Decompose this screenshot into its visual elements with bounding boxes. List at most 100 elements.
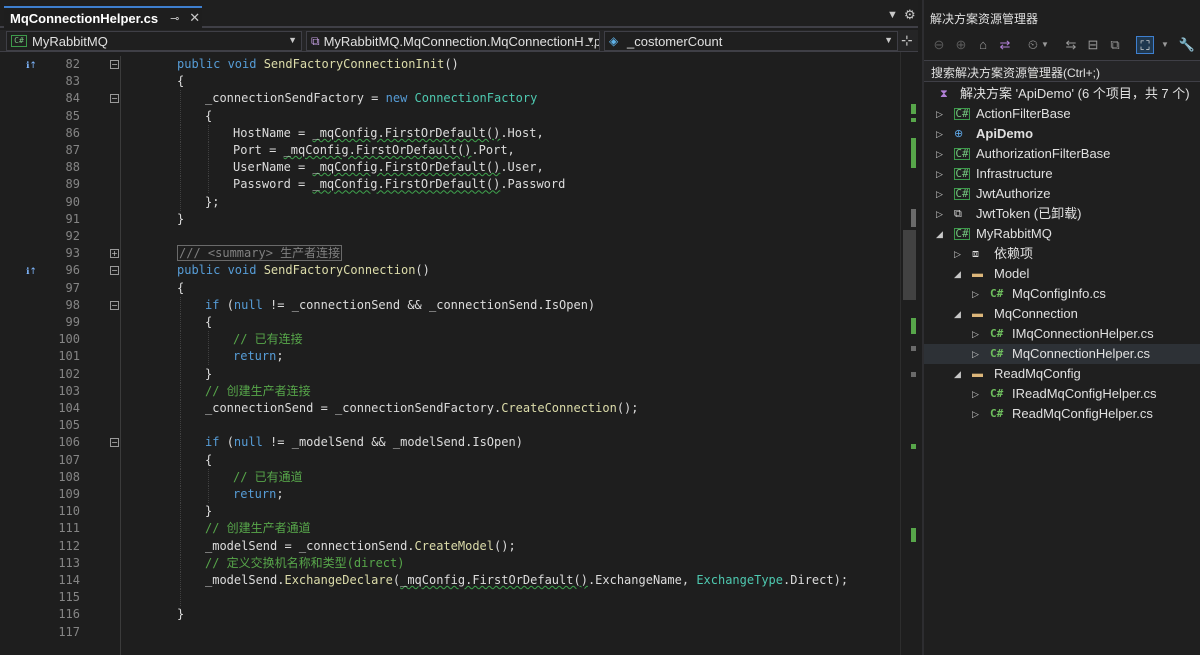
expand-arrow-icon[interactable]: ▷ [936, 164, 943, 184]
solution-search-box[interactable]: 搜索解决方案资源管理器(Ctrl+;) [924, 60, 1200, 82]
collapse-arrow-icon[interactable]: ◢ [954, 304, 961, 324]
settings-gear-icon[interactable]: ⚙ [904, 7, 916, 23]
code-line[interactable]: 104 _connectionSend = _connectionSendFact… [0, 400, 900, 417]
code-line[interactable]: 86 HostName = _mqConfig.FirstOrDefault().… [0, 124, 900, 142]
code-text[interactable]: // 已有连接 [233, 331, 303, 348]
expand-arrow-icon[interactable]: ▷ [954, 244, 961, 264]
code-line[interactable]: 90}; [0, 193, 900, 211]
expand-arrow-icon[interactable]: ▷ [972, 324, 979, 344]
tree-item[interactable]: ▷ ⊕ ApiDemo [924, 124, 1200, 144]
code-text[interactable]: Password = _mqConfig.FirstOrDefault().Pa… [233, 176, 565, 193]
code-text[interactable]: return; [233, 486, 284, 503]
expand-arrow-icon[interactable]: ▷ [936, 104, 943, 124]
code-line[interactable]: 110} [0, 503, 900, 521]
code-line[interactable]: 99 { [0, 314, 900, 331]
tree-item[interactable]: ▷ C# JwtAuthorize [924, 184, 1200, 204]
tree-item[interactable]: ◢ ▬ MqConnection [924, 304, 1200, 324]
code-line[interactable]: 100 // 已有连接 [0, 331, 900, 349]
tree-item[interactable]: ▷ ⧈ 依赖项 [924, 244, 1200, 264]
project-combo[interactable]: C# MyRabbitMQ ▼ [6, 31, 302, 51]
sync-icon[interactable]: ⇆ [1062, 36, 1080, 54]
code-text[interactable]: _modelSend.ExchangeDeclare(_mqConfig.Fir… [205, 572, 848, 589]
code-line[interactable]: 85 { [0, 107, 900, 125]
code-text[interactable]: UserName = _mqConfig.FirstOrDefault().Us… [233, 159, 544, 176]
tree-item[interactable]: ⧗ 解决方案 'ApiDemo' (6 个项目，共 7 个) [924, 84, 1200, 104]
switch-views-icon[interactable]: ⇄ [996, 36, 1014, 54]
back-icon[interactable]: ⊖ [930, 36, 948, 54]
code-line[interactable]: ℹ↑ 82− public void SendFactoryConnectionIn… [0, 56, 900, 73]
properties-wrench-icon[interactable]: 🔧 [1178, 36, 1196, 54]
code-line[interactable]: 105 [0, 417, 900, 435]
code-line[interactable]: 109 return; [0, 486, 900, 503]
code-text[interactable]: // 定义交换机名称和类型(direct) [205, 555, 404, 572]
code-text[interactable]: { [205, 452, 212, 469]
tree-item[interactable]: ▷ C# MqConfigInfo.cs [924, 284, 1200, 304]
code-line[interactable]: 87 Port = _mqConfig.FirstOrDefault().Port… [0, 142, 900, 159]
code-line[interactable]: 102} [0, 365, 900, 383]
tree-item[interactable]: ▷ ⧉ JwtToken (已卸载) [924, 204, 1200, 224]
code-text[interactable]: // 创建生产者连接 [205, 383, 311, 400]
code-line[interactable]: 117 [0, 624, 900, 641]
code-text[interactable]: public void SendFactoryConnectionInit() [177, 56, 459, 73]
expand-arrow-icon[interactable]: ▷ [936, 184, 943, 204]
close-icon[interactable]: ✕ [189, 10, 200, 26]
code-text[interactable]: // 已有通道 [233, 469, 303, 486]
collapse-all-icon[interactable]: ⊟ [1084, 36, 1102, 54]
scrollbar-thumb[interactable] [903, 230, 916, 300]
document-tab-title[interactable]: MqConnectionHelper.cs [10, 11, 158, 26]
code-text[interactable]: } [205, 366, 212, 383]
collapse-region-icon[interactable]: − [110, 94, 119, 104]
chevron-down-icon[interactable]: ▼ [1036, 36, 1054, 54]
member-combo[interactable]: ◈ _costomerCount ▼ [604, 31, 898, 51]
code-line[interactable]: 91} [0, 211, 900, 228]
document-tab[interactable]: MqConnectionHelper.cs ⊸ ✕ [4, 6, 202, 28]
code-text[interactable]: HostName = _mqConfig.FirstOrDefault().Ho… [233, 125, 544, 142]
code-text[interactable]: return; [233, 348, 284, 365]
chevron-down-icon[interactable]: ▼ [1156, 36, 1174, 54]
code-line[interactable]: 89 Password = _mqConfig.FirstOrDefault().… [0, 176, 900, 194]
code-line[interactable]: 114 _modelSend.ExchangeDeclare(_mqConfig.… [0, 572, 900, 589]
code-line[interactable]: 101 return; [0, 348, 900, 366]
code-line[interactable]: 103 // 创建生产者连接 [0, 382, 900, 400]
tree-item[interactable]: ◢ ▬ ReadMqConfig [924, 364, 1200, 384]
tree-item[interactable]: ▷ C# AuthorizationFilterBase [924, 144, 1200, 164]
expand-arrow-icon[interactable]: ▷ [972, 344, 979, 364]
tree-item[interactable]: ▷ C# MqConnectionHelper.cs [924, 344, 1200, 364]
code-text[interactable]: Port = _mqConfig.FirstOrDefault().Port, [233, 142, 515, 159]
collapse-region-icon[interactable]: − [110, 300, 119, 310]
code-text[interactable]: if (null != _modelSend && _modelSend.IsO… [205, 434, 523, 451]
code-line[interactable]: 112 _modelSend = _connectionSend.CreateMo… [0, 537, 900, 555]
code-line[interactable]: 97 { [0, 280, 900, 297]
code-text[interactable]: /// <summary> 生产者连接 [177, 245, 343, 262]
code-text[interactable]: { [177, 73, 184, 90]
preview-selected-icon[interactable]: ⛶ [1136, 36, 1154, 54]
code-text[interactable]: } [177, 606, 184, 623]
class-combo[interactable]: ⧉ MyRabbitMQ.MqConnection.MqConnectionHe… [306, 31, 600, 51]
expand-arrow-icon[interactable]: ▷ [972, 284, 979, 304]
code-line[interactable]: 83 { [0, 73, 900, 90]
code-line[interactable]: 108 // 已有通道 [0, 468, 900, 486]
code-line[interactable]: 93 + /// <summary> 生产者连接 [0, 245, 900, 262]
collapse-region-icon[interactable]: − [110, 266, 119, 276]
split-window-icon[interactable]: ⊹ [901, 32, 913, 49]
code-line[interactable]: 92 [0, 228, 900, 245]
home-icon[interactable]: ⌂ [974, 36, 992, 54]
tree-item[interactable]: ◢ C# MyRabbitMQ [924, 224, 1200, 244]
code-line[interactable]: ℹ↑ 96− public void SendFactoryConnection() [0, 262, 900, 279]
code-text[interactable]: // 创建生产者通道 [205, 520, 311, 537]
code-line[interactable]: 116} [0, 606, 900, 623]
expand-arrow-icon[interactable]: ▷ [936, 144, 943, 164]
tree-item[interactable]: ▷ C# IMqConnectionHelper.cs [924, 324, 1200, 344]
code-editor[interactable]: MqConnectionHelper.cs ⊸ ✕ ▼ ⚙ C# MyRabbi… [0, 0, 918, 655]
tab-list-dropdown-icon[interactable]: ▼ [887, 9, 898, 21]
code-line[interactable]: 111 // 创建生产者通道 [0, 520, 900, 538]
code-text[interactable]: _connectionSendFactory = new ConnectionF… [205, 90, 537, 107]
code-text[interactable]: _modelSend = _connectionSend.CreateModel… [205, 538, 516, 555]
code-text[interactable]: { [177, 280, 184, 297]
code-text[interactable]: }; [205, 194, 219, 211]
pin-icon[interactable]: ⊸ [170, 12, 179, 25]
tree-item[interactable]: ◢ ▬ Model [924, 264, 1200, 284]
tree-item[interactable]: ▷ C# ReadMqConfigHelper.cs [924, 404, 1200, 424]
code-text[interactable]: public void SendFactoryConnection() [177, 262, 430, 279]
collapse-arrow-icon[interactable]: ◢ [936, 224, 943, 244]
